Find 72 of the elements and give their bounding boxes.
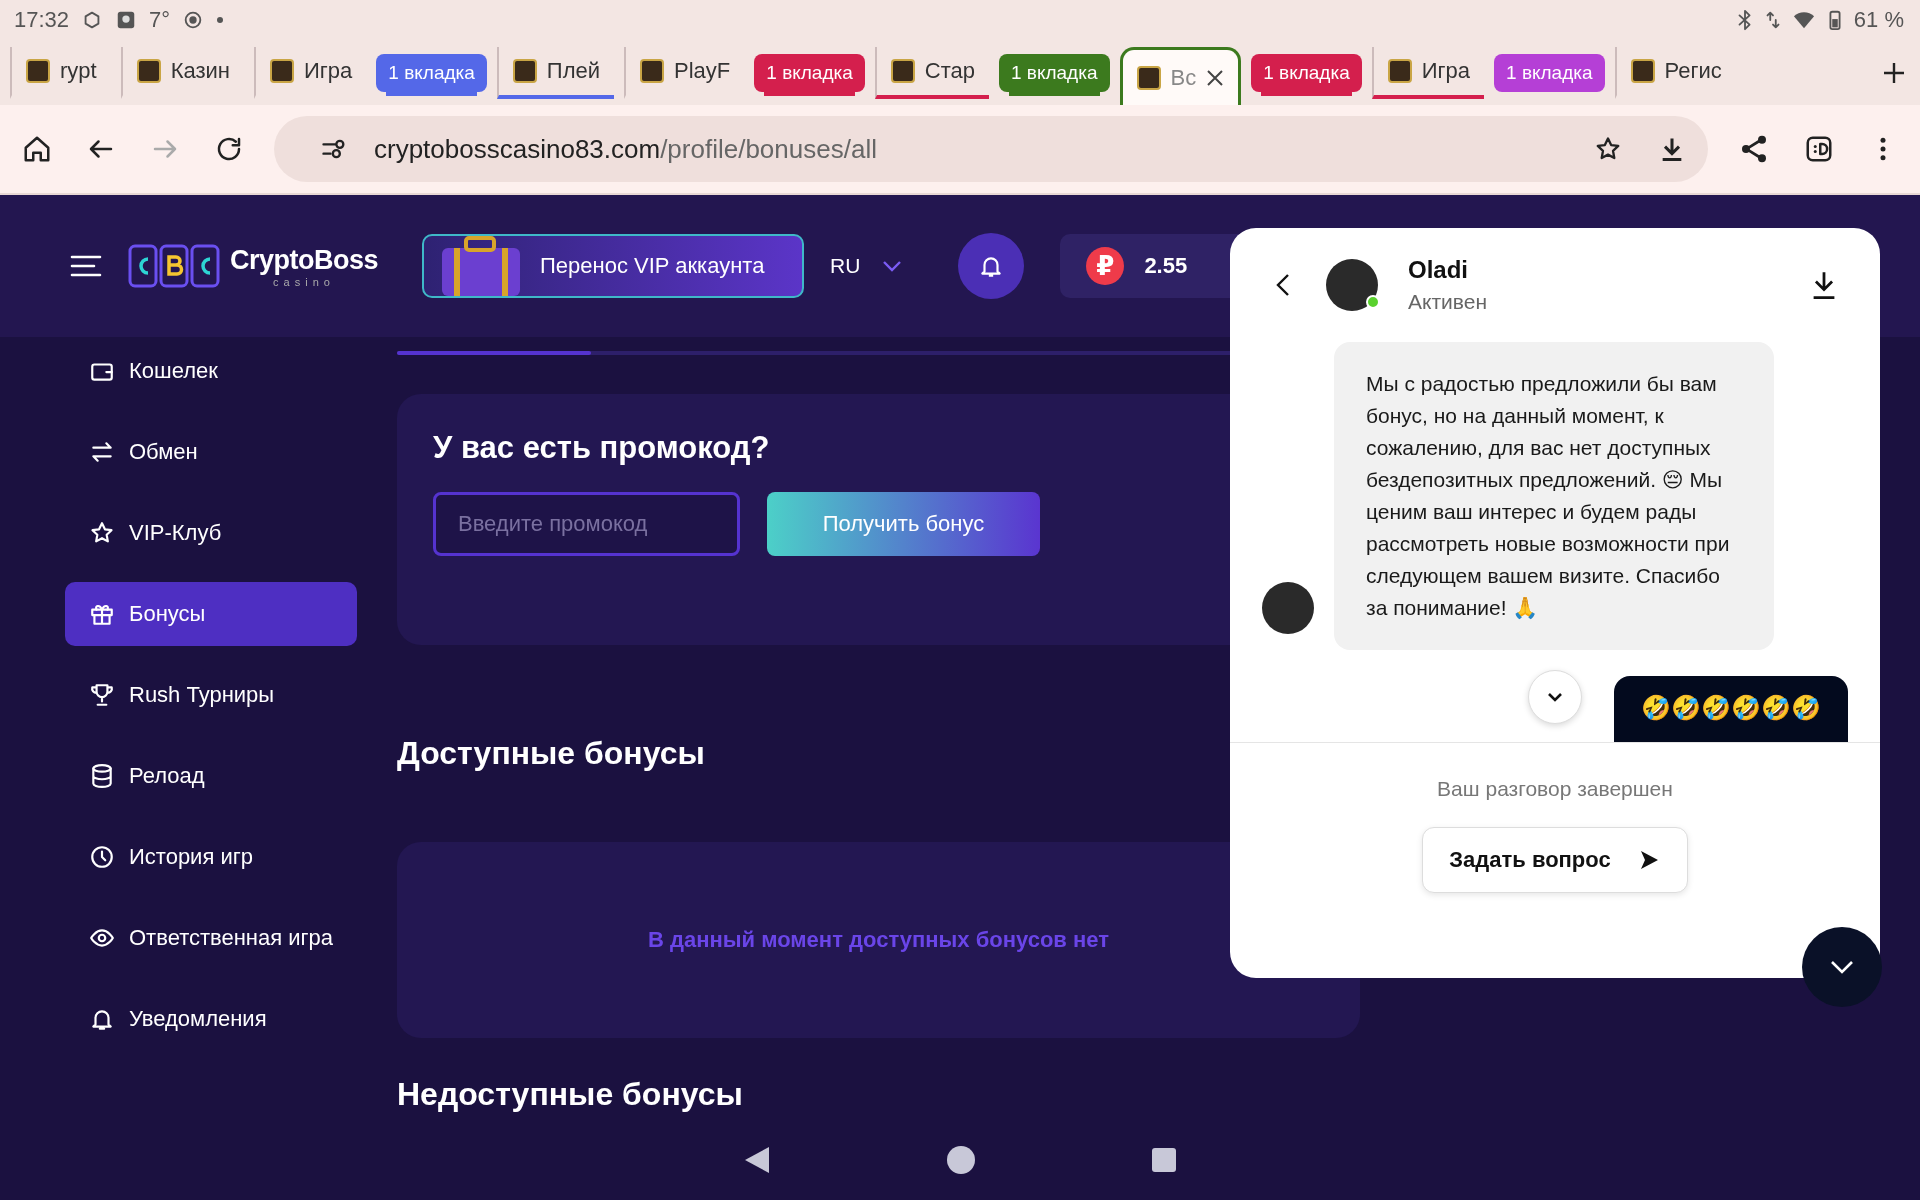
promo-code-field[interactable]: Введите промокод [433, 492, 740, 556]
currency-badge: ₽ [1086, 247, 1125, 285]
vip-transfer-banner[interactable]: Перенос VIP аккаунта [422, 234, 805, 298]
temperature-text: 7° [149, 7, 171, 33]
balance-amount: 2.55 [1144, 253, 1188, 279]
conversation-ended-text: Ваш разговор завершен [1437, 777, 1673, 801]
browser-tab[interactable]: PlayF [624, 46, 745, 99]
dot-icon [216, 16, 225, 24]
favicon-icon [512, 58, 537, 83]
clock-icon [89, 844, 115, 870]
user-message: 🤣🤣🤣🤣🤣🤣 [1614, 676, 1848, 742]
logo-subtext: casino [273, 275, 335, 288]
sidebar-item[interactable]: Ответственная игра [65, 906, 357, 970]
favicon-icon [1387, 58, 1412, 83]
empty-state-text: В данный момент доступных бонусов нет [648, 927, 1109, 953]
browser-tab[interactable]: Плей [496, 46, 615, 99]
browser-tab[interactable]: Регис [1614, 46, 1736, 99]
sidebar-item[interactable]: Бонусы [65, 582, 357, 646]
home-circle-icon[interactable] [946, 1145, 976, 1175]
chevron-down-icon [882, 260, 903, 272]
back-triangle-icon[interactable] [743, 1145, 771, 1175]
favicon-icon [1136, 66, 1161, 90]
sidebar-item[interactable]: Релоад [65, 744, 357, 808]
favicon-icon [640, 58, 665, 83]
section-heading: Недоступные бонусы [397, 1076, 744, 1113]
menu-icon[interactable] [70, 254, 102, 278]
agent-name: Oladi [1408, 256, 1469, 284]
agent-status: Активен [1408, 290, 1487, 314]
favicon-icon [1630, 58, 1655, 83]
wifi-icon [1791, 9, 1816, 31]
favicon-icon [890, 58, 915, 83]
favicon-icon [136, 58, 161, 83]
get-bonus-button[interactable]: Получить бонус [767, 492, 1040, 556]
url-text: cryptobosscasino83.com/profile/bonuses/all [374, 133, 877, 165]
promo-title: У вас есть промокод? [433, 430, 771, 466]
favicon-icon [26, 58, 50, 83]
browser-tab[interactable]: Игра [1371, 46, 1485, 99]
logo-text[interactable]: CryptoBoss [230, 244, 379, 276]
sidebar-item[interactable]: VIP-Клуб [65, 501, 357, 565]
home-icon[interactable] [22, 134, 52, 164]
tab-group-chip[interactable]: 1 вкладка [1494, 53, 1605, 92]
chevron-down-icon [1829, 959, 1855, 975]
extension-icon[interactable] [1804, 134, 1834, 164]
battery-text: 61 % [1853, 7, 1904, 33]
browser-tab[interactable]: Игра [254, 46, 367, 99]
data-arrows-icon [1765, 9, 1780, 31]
ask-question-button[interactable]: Задать вопрос [1422, 827, 1688, 893]
favicon-icon [270, 58, 295, 83]
sidebar-item[interactable]: Кошелек [65, 339, 357, 403]
sidebar-item[interactable]: Обмен [65, 420, 357, 484]
address-field[interactable]: cryptobosscasino83.com/profile/bonuses/all [274, 116, 1708, 182]
browser-tab[interactable]: Стар [874, 46, 989, 99]
sidebar-item[interactable]: История игр [65, 825, 357, 889]
section-heading: Доступные бонусы [397, 735, 706, 772]
new-tab-icon[interactable] [1882, 60, 1906, 85]
sidebar-item[interactable]: Rush Турниры [65, 663, 357, 727]
recents-square-icon[interactable] [1151, 1147, 1177, 1173]
logo-icon[interactable] [128, 243, 220, 289]
sidebar-item[interactable]: Уведомления [65, 987, 357, 1051]
language-selector[interactable]: RU [830, 254, 903, 278]
browser-tab[interactable]: rypt [10, 46, 111, 99]
agent-avatar [1326, 259, 1378, 311]
trophy-icon [89, 682, 115, 708]
battery-icon [1827, 9, 1842, 31]
clock-time: 17:32 [14, 7, 70, 33]
browser-tab[interactable]: Казин [120, 46, 245, 99]
agent-message: Мы с радостью предложили бы вам бонус, но на данный момент, к сожалению, для вас нет доступных бездепозитных предложений. 😔 Мы ценим ваш интерес и будем рады рассмотреть новые возможности при следующем вашем визите. Спасибо за понимание! 🙏 [1334, 342, 1774, 650]
coin-stack-icon [89, 763, 115, 789]
exchange-arrows-icon [89, 439, 115, 465]
agent-avatar [1262, 582, 1314, 634]
chevron-down-icon [1546, 691, 1564, 703]
close-icon[interactable] [1206, 69, 1225, 87]
